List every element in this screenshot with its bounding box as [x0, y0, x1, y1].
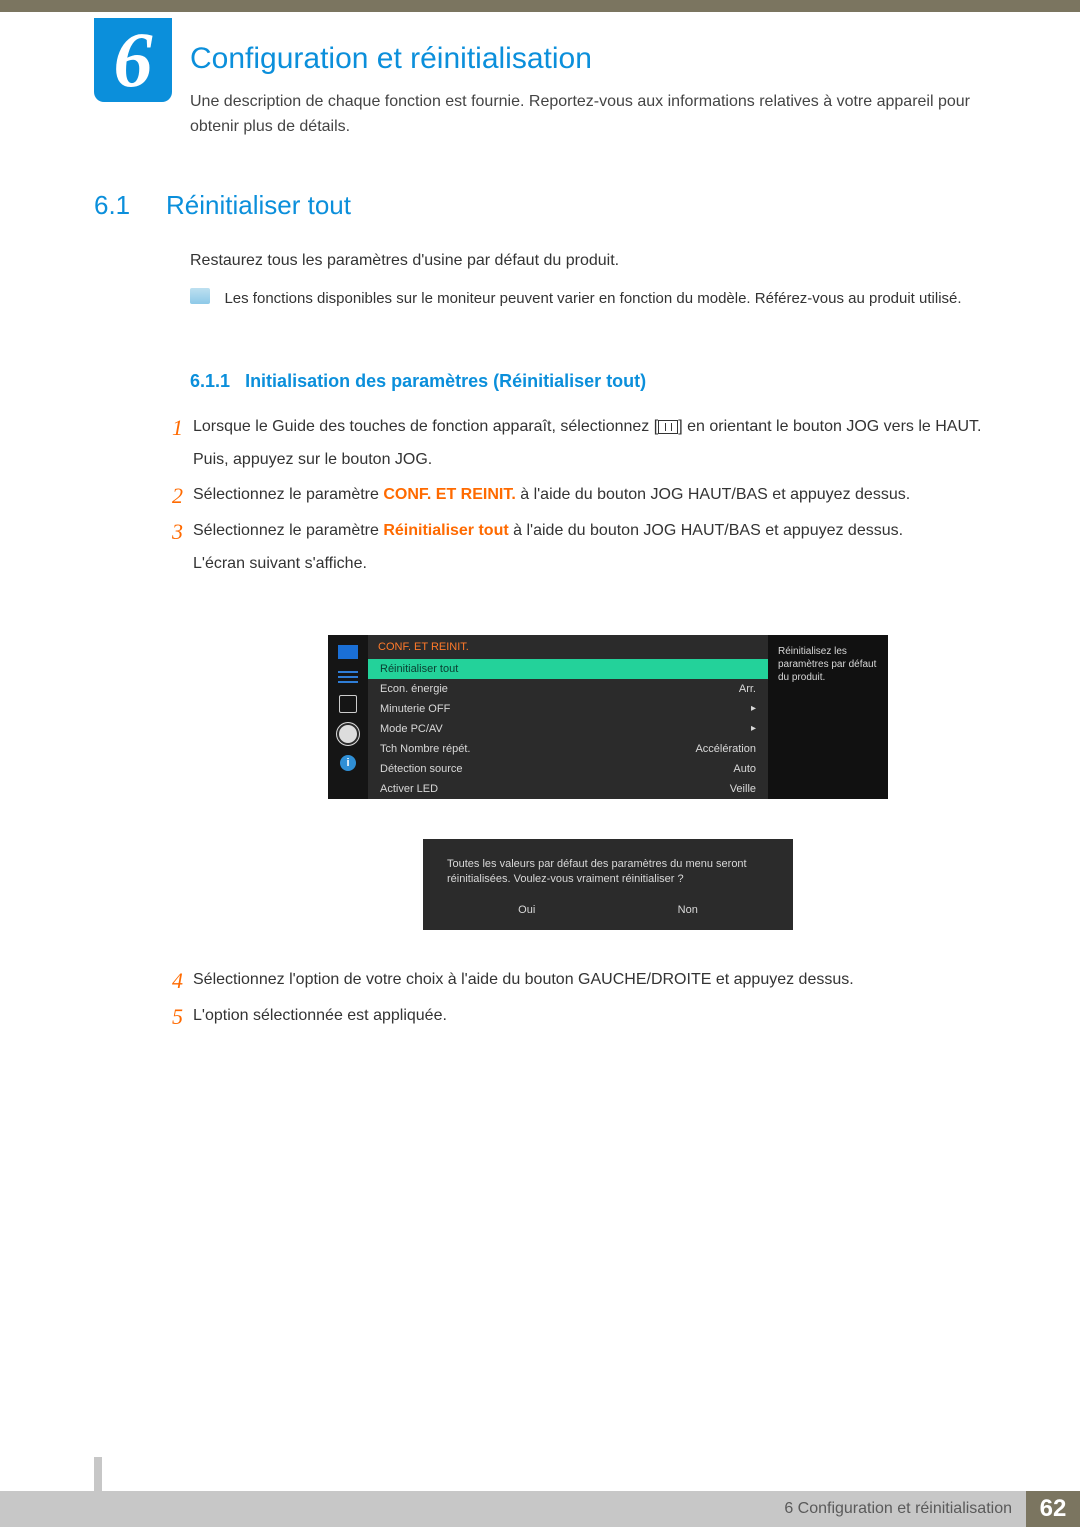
osd-row: Détection sourceAuto — [368, 759, 768, 779]
osd-row: Minuterie OFF▸ — [368, 699, 768, 719]
step-text: Sélectionnez le paramètre CONF. ET REINI… — [193, 483, 910, 509]
step-number: 4 — [165, 968, 193, 994]
step-text: Lorsque le Guide des touches de fonction… — [193, 415, 981, 473]
gear-icon — [339, 725, 357, 743]
chapter-number-badge: 6 — [94, 18, 172, 102]
section-title: Réinitialiser tout — [166, 190, 351, 220]
step-3: 3 Sélectionnez le paramètre Réinitialise… — [165, 519, 990, 577]
osd-main: CONF. ET REINIT. Réinitialiser tout Econ… — [368, 635, 768, 799]
list-icon — [338, 671, 358, 683]
chapter-title: Configuration et réinitialisation — [190, 42, 592, 76]
chapter-description: Une description de chaque fonction est f… — [190, 90, 990, 140]
subsection-number: 6.1.1 — [190, 371, 230, 391]
footer-page-number: 62 — [1026, 1491, 1080, 1527]
step-4: 4 Sélectionnez l'option de votre choix à… — [165, 968, 990, 994]
osd-confirm-dialog: Toutes les valeurs par défaut des paramè… — [423, 839, 793, 930]
dialog-no-button[interactable]: Non — [678, 904, 698, 916]
osd-screenshot: i CONF. ET REINIT. Réinitialiser tout Ec… — [328, 635, 888, 930]
step-number: 2 — [165, 483, 193, 509]
step-1: 1 Lorsque le Guide des touches de foncti… — [165, 415, 990, 473]
menu-icon — [658, 420, 678, 434]
osd-row: Activer LEDVeille — [368, 779, 768, 799]
step-2: 2 Sélectionnez le paramètre CONF. ET REI… — [165, 483, 990, 509]
resize-icon — [339, 695, 357, 713]
osd-row: Tch Nombre répét.Accélération — [368, 739, 768, 759]
section-description: Restaurez tous les paramètres d'usine pa… — [190, 252, 619, 270]
subsection-heading: 6.1.1 Initialisation des paramètres (Réi… — [190, 371, 646, 392]
footer-left-accent — [94, 1457, 102, 1491]
step-number: 1 — [165, 415, 193, 473]
osd-row: Econ. énergieArr. — [368, 679, 768, 699]
note-block: Les fonctions disponibles sur le moniteu… — [190, 288, 990, 311]
steps-list: 1 Lorsque le Guide des touches de foncti… — [165, 415, 990, 587]
section-heading: 6.1Réinitialiser tout — [94, 190, 351, 221]
footer-chapter-label: 6 Configuration et réinitialisation — [784, 1500, 1026, 1518]
step-number: 3 — [165, 519, 193, 577]
step-text: L'option sélectionnée est appliquée. — [193, 1004, 447, 1030]
steps-list-continued: 4 Sélectionnez l'option de votre choix à… — [165, 968, 990, 1041]
note-icon — [190, 288, 210, 304]
step-5: 5 L'option sélectionnée est appliquée. — [165, 1004, 990, 1030]
osd-tooltip: Réinitialisez les paramètres par défaut … — [768, 635, 888, 799]
subsection-title: Initialisation des paramètres (Réinitial… — [245, 371, 646, 391]
osd-menu: i CONF. ET REINIT. Réinitialiser tout Ec… — [328, 635, 888, 799]
osd-row: Mode PC/AV▸ — [368, 719, 768, 739]
step-number: 5 — [165, 1004, 193, 1030]
dialog-yes-button[interactable]: Oui — [518, 904, 535, 916]
section-number: 6.1 — [94, 190, 166, 221]
osd-sidebar: i — [328, 635, 368, 799]
step-text: Sélectionnez l'option de votre choix à l… — [193, 968, 854, 994]
osd-row-selected: Réinitialiser tout — [368, 659, 768, 679]
dialog-message: Toutes les valeurs par défaut des paramè… — [447, 857, 769, 888]
monitor-icon — [338, 645, 358, 659]
header-bar — [0, 0, 1080, 12]
step-text: Sélectionnez le paramètre Réinitialiser … — [193, 519, 903, 577]
note-text: Les fonctions disponibles sur le moniteu… — [224, 288, 984, 311]
osd-header: CONF. ET REINIT. — [368, 635, 768, 659]
page-footer: 6 Configuration et réinitialisation 62 — [0, 1491, 1080, 1527]
info-icon: i — [340, 755, 356, 771]
